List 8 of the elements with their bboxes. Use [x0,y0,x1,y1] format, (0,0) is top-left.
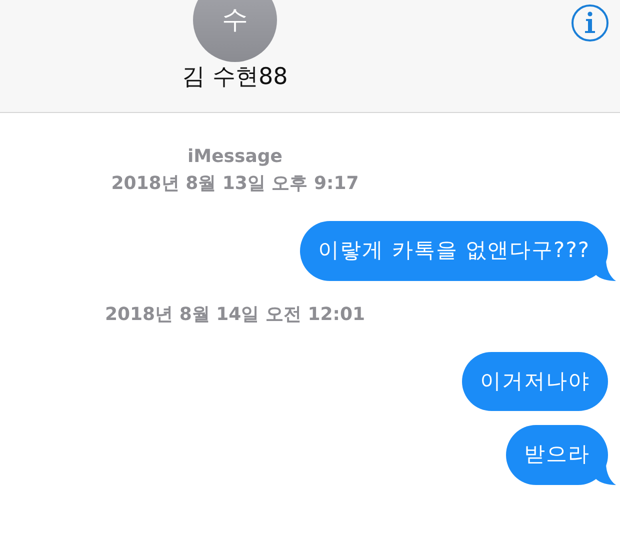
timestamp: 2018년 8월 13일 오후 9:17 [111,172,359,196]
message-bubble: 이거저나야 [462,352,608,411]
bubble-tail-icon [596,258,616,280]
service-label: iMessage [188,145,282,169]
timestamp: 2018년 8월 14일 오전 12:01 [104,302,366,326]
contact-name[interactable]: 김 수현88 [182,60,288,94]
info-icon[interactable] [570,3,610,43]
bubble-tail-icon [596,462,616,484]
